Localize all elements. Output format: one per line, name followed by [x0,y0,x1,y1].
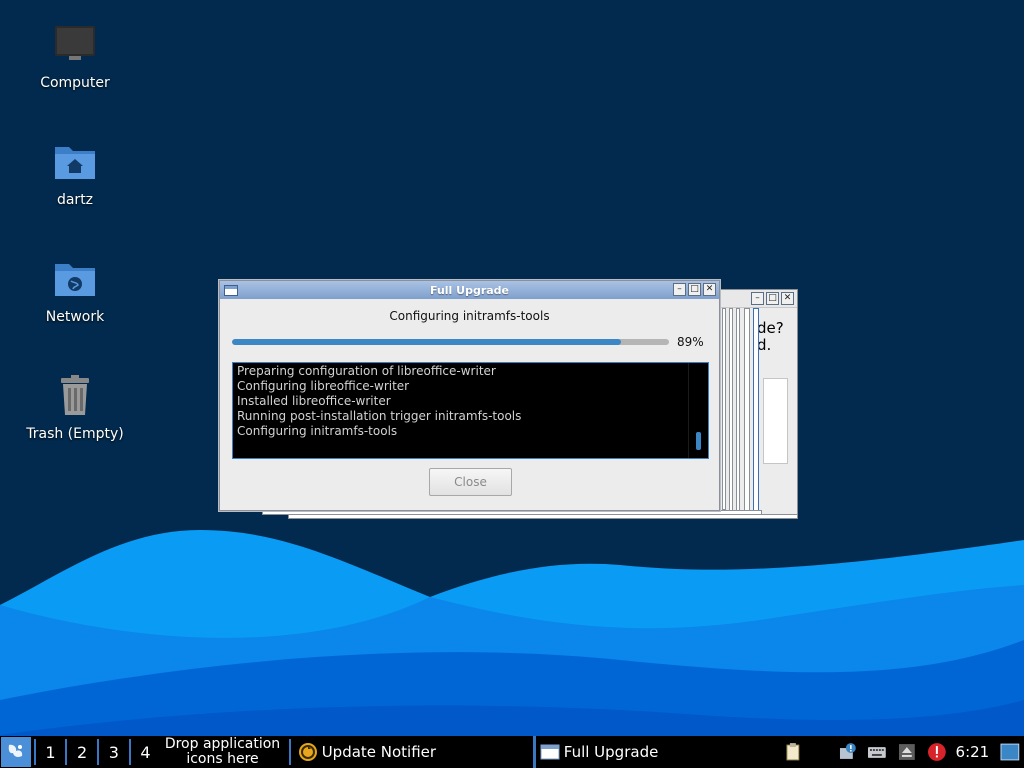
home-folder-icon [55,147,95,179]
stacked-window-edge [729,308,733,512]
minimize-button[interactable]: – [751,292,764,305]
window-titlebar[interactable]: Full Upgrade – □ ✕ [220,281,719,299]
window-title: Full Upgrade [429,283,510,297]
maximize-button[interactable]: □ [766,292,779,305]
update-notifier-icon [298,743,317,761]
desktop-icon-computer[interactable]: Computer [10,22,140,92]
task-full-upgrade[interactable]: Full Upgrade [532,736,778,768]
task-label: Update Notifier [321,743,437,761]
desktop-icon-label: Trash (Empty) [26,426,124,442]
stacked-window-edge [753,308,759,516]
show-desktop-icon[interactable] [1000,742,1020,762]
task-update-notifier[interactable]: Update Notifier [294,736,531,768]
upgrade-progress-fill [232,339,621,345]
computer-icon [55,26,95,60]
taskbar-separator [65,739,68,765]
application-menu-button[interactable] [1,737,31,767]
log-scrollbar[interactable] [688,363,708,458]
log-lines: Preparing configuration of libreoffice-w… [233,363,708,439]
clock[interactable]: 6:21 [956,743,990,761]
upgrade-log-terminal[interactable]: Preparing configuration of libreoffice-w… [232,362,709,459]
quicklaunch-drop-area[interactable]: Drop application icons here [159,737,285,767]
taskbar-separator [288,739,291,765]
upgrade-status-label: Configuring initramfs-tools [389,309,550,323]
log-line: Configuring initramfs-tools [237,424,398,438]
minimize-button[interactable]: – [673,283,686,296]
trash-icon [61,375,89,415]
log-line: Configuring libreoffice-writer [237,379,410,393]
taskbar-separator [128,739,131,765]
alert-icon[interactable] [927,742,947,762]
close-button[interactable]: Close [429,468,512,496]
window-icon [540,744,560,760]
log-line: Running post-installation trigger initra… [237,409,522,423]
stacked-window-edge [722,308,726,510]
desktop-icon-trash[interactable]: Trash (Empty) [10,373,140,443]
close-window-button[interactable]: ✕ [703,283,716,296]
desktop-icon-label: dartz [56,192,94,208]
stacked-window-edge [288,514,798,519]
task-label: Full Upgrade [563,743,659,761]
log-line: Preparing configuration of libreoffice-w… [237,364,496,378]
taskbar: 1 2 3 4 Drop application icons here Upda… [0,736,1024,768]
stacked-window-edge [736,308,740,514]
eject-icon[interactable] [897,742,917,762]
window-icon[interactable] [224,284,238,296]
taskbar-separator [33,739,36,765]
desktop-icon-label: Computer [40,75,110,91]
upgrade-progress-bar [232,339,669,345]
clipboard-icon[interactable] [783,742,803,762]
background-window-controls: – □ ✕ [751,292,794,305]
lxqt-menu-icon [8,744,23,757]
log-scrollbar-thumb[interactable] [696,432,701,450]
workspace-4-button[interactable]: 4 [134,743,158,762]
desktop-icon-home-folder[interactable]: dartz [10,139,140,209]
notification-icon[interactable] [838,742,858,762]
background-window-titlebar[interactable]: – □ ✕ [721,290,797,308]
network-folder-icon [55,264,95,296]
upgrade-progress-percent: 89% [677,335,704,349]
keyboard-icon[interactable] [867,742,887,762]
taskbar-separator [96,739,99,765]
workspace-2-button[interactable]: 2 [70,743,94,762]
maximize-button[interactable]: □ [688,283,701,296]
close-window-button[interactable]: ✕ [781,292,794,305]
desktop-icon-label: Network [45,309,105,325]
stacked-window-edge [744,308,750,516]
background-window-textbox[interactable] [763,378,788,464]
full-upgrade-window[interactable]: Full Upgrade – □ ✕ Configuring initramfs… [219,280,720,511]
workspace-3-button[interactable]: 3 [102,743,126,762]
window-controls: – □ ✕ [673,283,716,296]
log-line: Installed libreoffice-writer [237,394,391,408]
background-window-text: de? d. [757,319,784,354]
workspace-1-button[interactable]: 1 [39,743,63,762]
desktop-icon-network[interactable]: Network [10,256,140,326]
